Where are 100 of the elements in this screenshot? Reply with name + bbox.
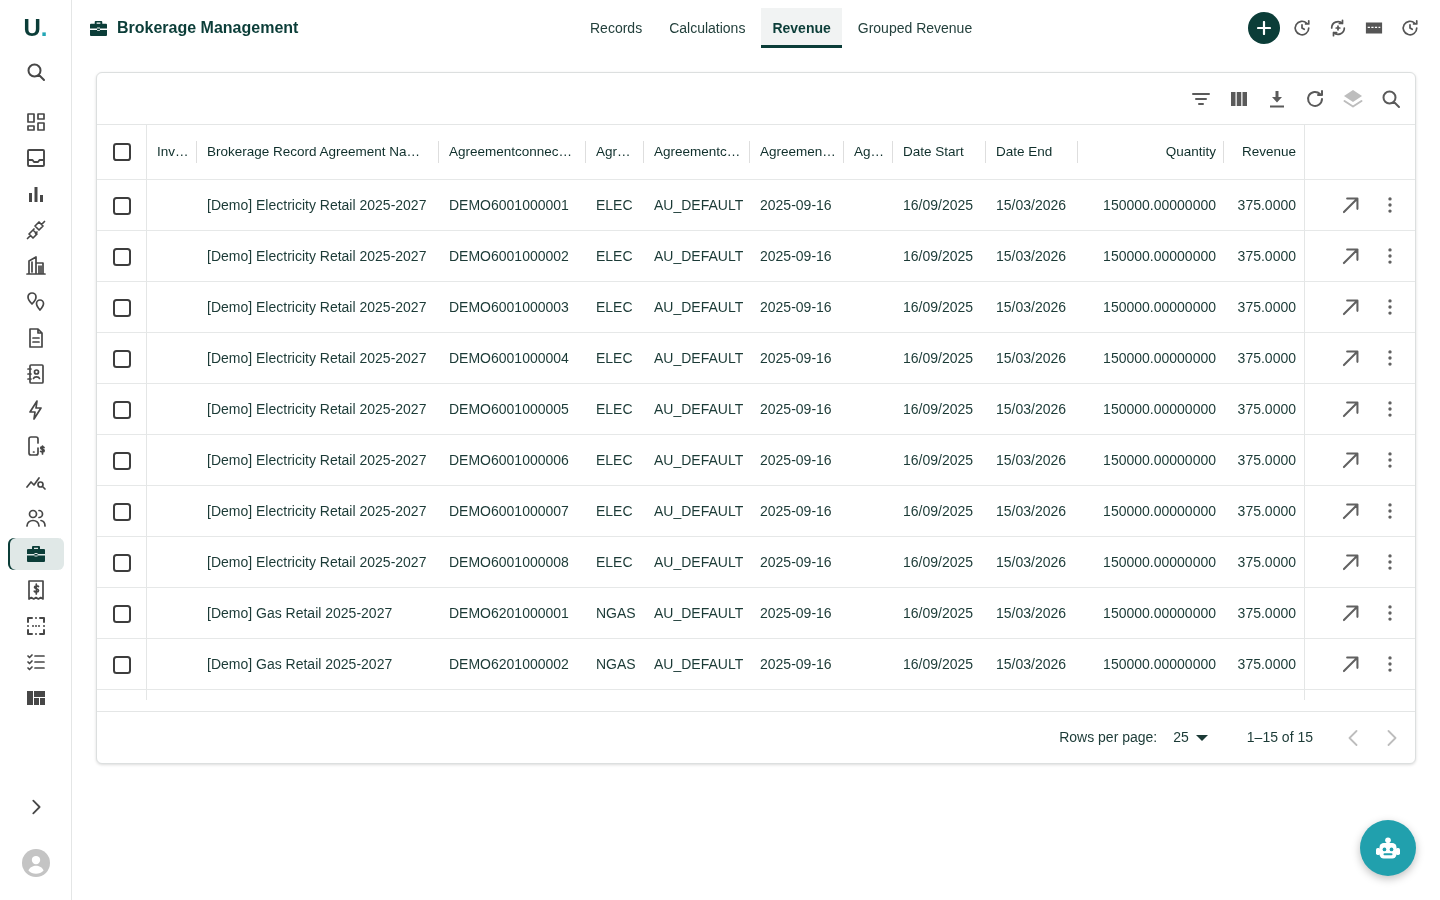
page-range: 1–15 of 15 xyxy=(1246,728,1313,747)
plus-icon xyxy=(1257,21,1271,35)
table-cell: 2025-09-16 xyxy=(750,639,844,690)
table-cell: NGAS xyxy=(586,588,644,639)
table-cell: 2025-09-16 xyxy=(750,486,844,537)
arrow-up-right-icon xyxy=(1342,196,1360,214)
table-cell: ELEC xyxy=(586,180,644,231)
table-cell: 150000.00000000 xyxy=(1078,486,1224,537)
table-cell: 15/03/2026 xyxy=(986,231,1078,282)
briefcase-icon xyxy=(25,544,46,564)
select-all-checkbox[interactable] xyxy=(112,143,131,162)
arrow-up-right-icon xyxy=(1342,247,1360,265)
table-cell: [Demo] Gas Retail 2025-2027 xyxy=(197,639,439,690)
page-title: Brokerage Management xyxy=(117,18,299,38)
table-cell: DEMO6001000004 xyxy=(439,333,586,384)
table-cell: 2025-09-16 xyxy=(750,180,844,231)
table-cell: 16/09/2025 xyxy=(893,333,986,384)
row-checkbox[interactable] xyxy=(112,451,131,470)
table-cell: ELEC xyxy=(586,537,644,588)
table-cell: 15/03/2026 xyxy=(986,639,1078,690)
table-cell: 150000.00000000 xyxy=(1078,282,1224,333)
row-checkbox[interactable] xyxy=(112,502,131,521)
table-cell: 2025-09-16 xyxy=(750,231,844,282)
table-cell: 150000.00000000 xyxy=(1078,180,1224,231)
table-cell: 16/09/2025 xyxy=(893,486,986,537)
robot-icon xyxy=(1376,836,1400,860)
arrow-up-right-icon xyxy=(1342,553,1360,571)
table-cell: 375.0000 xyxy=(1224,435,1304,486)
phone-dollar-icon xyxy=(25,436,46,456)
inbox-icon xyxy=(25,148,46,168)
row-checkbox[interactable] xyxy=(112,604,131,623)
table-cell: ELEC xyxy=(586,333,644,384)
sync-icon xyxy=(1329,19,1347,37)
tab[interactable]: Calculations xyxy=(658,8,757,48)
table-cell: 2025-09-16 xyxy=(750,537,844,588)
table-cell: 16/09/2025 xyxy=(893,537,986,588)
table-cell: 16/09/2025 xyxy=(893,384,986,435)
table-cell: 16/09/2025 xyxy=(893,588,986,639)
map-pins-icon xyxy=(25,292,46,312)
row-checkbox[interactable] xyxy=(112,196,131,215)
receipt-dollar-icon xyxy=(25,580,46,600)
table-cell: 2025-09-16 xyxy=(750,588,844,639)
refresh-icon xyxy=(1305,88,1325,109)
table-cell: 375.0000 xyxy=(1224,282,1304,333)
table-cell: ELEC xyxy=(586,282,644,333)
row-checkbox[interactable] xyxy=(112,400,131,419)
table-cell: 375.0000 xyxy=(1224,231,1304,282)
table-cell: AU_DEFAULT xyxy=(644,231,750,282)
table-cell: 150000.00000000 xyxy=(1078,231,1224,282)
table-cell: DEMO6001000002 xyxy=(439,231,586,282)
table-cell: ELEC xyxy=(586,435,644,486)
table-cell: AU_DEFAULT xyxy=(644,537,750,588)
table-cell: [Demo] Electricity Retail 2025-2027 xyxy=(197,282,439,333)
search-icon xyxy=(1381,88,1401,109)
table-cell: 375.0000 xyxy=(1224,486,1304,537)
row-checkbox[interactable] xyxy=(112,247,131,266)
arrow-up-right-icon xyxy=(1342,655,1360,673)
tab[interactable]: Records xyxy=(579,8,654,48)
tab[interactable]: Grouped Revenue xyxy=(846,8,984,48)
search-icon xyxy=(25,62,46,82)
row-checkbox[interactable] xyxy=(112,349,131,368)
table-cell: 16/09/2025 xyxy=(893,639,986,690)
building-icon xyxy=(25,256,46,276)
arrow-up-right-icon xyxy=(1342,502,1360,520)
checklist-icon xyxy=(25,652,46,672)
table-cell: 16/09/2025 xyxy=(893,180,986,231)
clock-arrow-icon xyxy=(1401,19,1419,37)
table-cell: ELEC xyxy=(586,486,644,537)
table-cell: 2025-09-16 xyxy=(750,333,844,384)
table-cell: DEMO6001000008 xyxy=(439,537,586,588)
sidebar-item[interactable] xyxy=(7,538,64,570)
table-cell: 15/03/2026 xyxy=(986,282,1078,333)
table-cell: DEMO6001000001 xyxy=(439,180,586,231)
row-checkbox[interactable] xyxy=(112,298,131,317)
tab[interactable]: Revenue xyxy=(761,8,842,48)
table-cell: 150000.00000000 xyxy=(1078,639,1224,690)
table-cell: 375.0000 xyxy=(1224,333,1304,384)
add-button[interactable] xyxy=(1248,12,1280,44)
table-cell: ELEC xyxy=(586,384,644,435)
table-cell: [Demo] Gas Retail 2025-2027 xyxy=(197,588,439,639)
table-cell: AU_DEFAULT xyxy=(644,180,750,231)
arrow-up-right-icon xyxy=(1342,298,1360,316)
table-cell: AU_DEFAULT xyxy=(644,384,750,435)
arrow-up-right-icon xyxy=(1342,400,1360,418)
table-cell: 15/03/2026 xyxy=(986,486,1078,537)
table-cell: AU_DEFAULT xyxy=(644,588,750,639)
table-cell: DEMO6001000006 xyxy=(439,435,586,486)
row-checkbox[interactable] xyxy=(112,655,131,674)
row-checkbox[interactable] xyxy=(112,553,131,572)
table-cell: 2025-09-16 xyxy=(750,282,844,333)
download-icon xyxy=(1267,88,1287,109)
table-cell: NGAS xyxy=(586,639,644,690)
layers-icon xyxy=(1343,88,1363,109)
column-header[interactable]: Revenue xyxy=(1224,125,1304,180)
rows-per-page-select[interactable]: 25 xyxy=(1173,727,1208,748)
table-cell: AU_DEFAULT xyxy=(644,486,750,537)
table-cell: 15/03/2026 xyxy=(986,384,1078,435)
chat-bot-button[interactable] xyxy=(1360,820,1416,876)
table-cell: [Demo] Electricity Retail 2025-2027 xyxy=(197,435,439,486)
app-logo[interactable]: U. xyxy=(23,0,48,56)
